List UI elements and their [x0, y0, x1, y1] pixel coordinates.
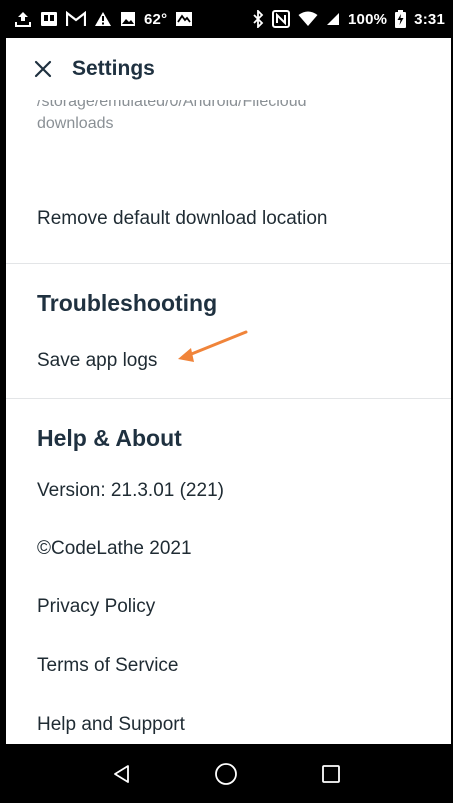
navigation-bar — [0, 744, 453, 803]
status-bar: 62° 100% 3:31 — [0, 0, 453, 38]
battery-percent-text: 100% — [348, 10, 388, 28]
version-text: Version: 21.3.01 (221) — [37, 480, 224, 501]
nfc-icon — [272, 10, 290, 28]
settings-screen: Settings /storage/emulated/0/Android/Fil… — [6, 38, 451, 744]
clock-text: 3:31 — [414, 10, 445, 28]
recents-icon — [321, 764, 340, 783]
temperature-text: 62° — [144, 10, 168, 28]
troubleshooting-section-title: Troubleshooting — [37, 290, 218, 316]
settings-list: /storage/emulated/0/Android/Filecloud do… — [6, 100, 451, 744]
bluetooth-icon — [252, 10, 264, 28]
upload-icon — [14, 10, 32, 28]
download-path-line-1: /storage/emulated/0/Android/Filecloud — [37, 100, 307, 110]
remove-download-location-item[interactable]: Remove default download location — [37, 208, 327, 230]
phone-screen: 62° 100% 3:31 Settings /storage/emulated… — [0, 0, 453, 803]
book-icon — [40, 11, 58, 27]
divider — [6, 263, 451, 264]
home-icon — [215, 762, 238, 785]
help-and-support-link[interactable]: Help and Support — [37, 714, 185, 736]
status-bar-system: 100% 3:31 — [252, 10, 445, 28]
download-path-text: /storage/emulated/0/Android/Filecloud do… — [37, 100, 437, 135]
annotation-arrow — [178, 330, 248, 362]
home-button[interactable] — [206, 754, 246, 794]
gmail-icon — [66, 11, 86, 27]
help-about-section-title: Help & About — [37, 425, 182, 451]
app-bar: Settings — [6, 38, 451, 100]
page-title: Settings — [72, 57, 155, 80]
image-icon — [120, 11, 136, 27]
weather-icon — [175, 11, 193, 27]
save-app-logs-item[interactable]: Save app logs — [37, 350, 157, 372]
back-button[interactable] — [102, 754, 142, 794]
close-icon — [34, 60, 52, 78]
warning-icon — [94, 11, 112, 27]
divider — [6, 398, 451, 399]
privacy-policy-link[interactable]: Privacy Policy — [37, 596, 155, 618]
signal-icon — [326, 12, 340, 26]
copyright-text: ©CodeLathe 2021 — [37, 538, 192, 559]
status-bar-notifications: 62° — [14, 10, 193, 28]
battery-charging-icon — [395, 10, 407, 28]
terms-of-service-link[interactable]: Terms of Service — [37, 655, 178, 677]
recents-button[interactable] — [311, 754, 351, 794]
download-path-line-2: downloads — [37, 115, 114, 132]
back-icon — [114, 764, 130, 783]
wifi-icon — [298, 11, 318, 27]
close-button[interactable] — [28, 54, 58, 84]
